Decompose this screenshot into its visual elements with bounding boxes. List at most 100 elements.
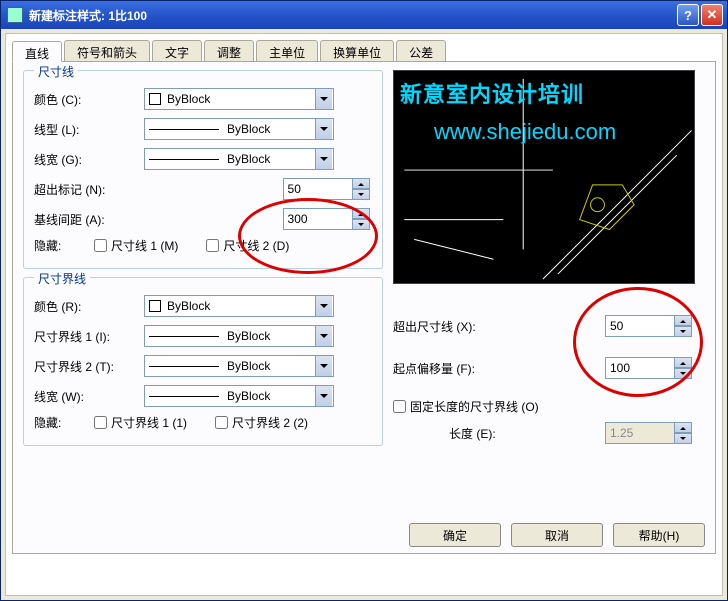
extline-right-column: 超出尺寸线 (X): 起点偏移量 (F): 固定长度的尺寸界线 (O) xyxy=(393,308,695,451)
client-area: 直线 符号和箭头 文字 调整 主单位 换算单位 公差 尺寸线 颜色 (C): B… xyxy=(5,33,723,596)
spin-up-icon xyxy=(675,422,692,433)
spin-up-icon[interactable] xyxy=(353,208,370,219)
extline-offset-spinner[interactable] xyxy=(605,357,695,379)
tab-alt[interactable]: 换算单位 xyxy=(320,40,394,61)
extline-hide1[interactable]: 尺寸界线 1 (1) xyxy=(94,414,187,431)
dimline-extend-label: 超出标记 (N): xyxy=(34,181,183,198)
extline-hide-label: 隐藏: xyxy=(34,414,94,431)
tabstrip: 直线 符号和箭头 文字 调整 主单位 换算单位 公差 xyxy=(12,40,716,62)
extline-group: 尺寸界线 颜色 (R): ByBlock 尺寸界线 1 (I): ByBlock xyxy=(23,277,383,446)
watermark-url: www.shejiedu.com xyxy=(434,119,616,145)
close-button[interactable]: ✕ xyxy=(701,4,723,26)
spin-down-icon[interactable] xyxy=(353,189,370,200)
extline-length-spinner xyxy=(605,422,695,444)
extline-lweight-label: 线宽 (W): xyxy=(34,388,144,405)
extline-beyond-spinner[interactable] xyxy=(605,315,695,337)
line-icon xyxy=(149,336,219,337)
dimline-color-label: 颜色 (C): xyxy=(34,91,144,108)
dimline-hide2-checkbox[interactable] xyxy=(206,239,219,252)
chevron-down-icon[interactable] xyxy=(315,149,332,169)
dialog-window: 新建标注样式: 1比100 ? ✕ 直线 符号和箭头 文字 调整 主单位 换算单… xyxy=(0,0,728,601)
dimline-baseline-spinner[interactable] xyxy=(283,208,372,230)
tab-fit[interactable]: 调整 xyxy=(204,40,254,61)
spin-down-icon xyxy=(675,433,692,444)
tab-arrows[interactable]: 符号和箭头 xyxy=(64,40,150,61)
extline-color-value: ByBlock xyxy=(167,299,315,313)
extline-lt2-label: 尺寸界线 2 (T): xyxy=(34,358,144,375)
extline-hide2-checkbox[interactable] xyxy=(215,416,228,429)
extline-hide1-checkbox[interactable] xyxy=(94,416,107,429)
titlebar[interactable]: 新建标注样式: 1比100 ? ✕ xyxy=(1,1,727,29)
preview-pane: 新意室内设计培训 www.shejiedu.com xyxy=(393,70,695,284)
dimline-baseline-label: 基线间距 (A): xyxy=(34,211,183,228)
chevron-down-icon[interactable] xyxy=(315,386,332,406)
chevron-down-icon[interactable] xyxy=(315,89,332,109)
extline-beyond-label: 超出尺寸线 (X): xyxy=(393,318,523,335)
dimline-ltype-combo[interactable]: ByBlock xyxy=(144,118,334,140)
chevron-down-icon[interactable] xyxy=(315,119,332,139)
spin-up-icon[interactable] xyxy=(675,315,692,326)
extline-lt1-combo[interactable]: ByBlock xyxy=(144,325,334,347)
spin-up-icon[interactable] xyxy=(353,178,370,189)
button-bar: 确定 取消 帮助(H) xyxy=(409,523,705,547)
extline-hide2[interactable]: 尺寸界线 2 (2) xyxy=(215,414,308,431)
extline-lt1-value: ByBlock xyxy=(227,329,315,343)
chevron-down-icon[interactable] xyxy=(315,296,332,316)
dimline-hide1[interactable]: 尺寸线 1 (M) xyxy=(94,237,178,254)
dimline-legend: 尺寸线 xyxy=(34,63,78,80)
dimline-extend-spinner[interactable] xyxy=(283,178,372,200)
help-button[interactable]: ? xyxy=(677,4,699,26)
extline-color-combo[interactable]: ByBlock xyxy=(144,295,334,317)
tab-lines[interactable]: 直线 xyxy=(12,41,62,62)
extline-legend: 尺寸界线 xyxy=(34,270,90,287)
byblock-swatch-icon xyxy=(149,300,161,312)
spin-down-icon[interactable] xyxy=(353,219,370,230)
extline-length-label: 长度 (E): xyxy=(393,425,523,442)
extline-offset-label: 起点偏移量 (F): xyxy=(393,360,523,377)
dimline-color-combo[interactable]: ByBlock xyxy=(144,88,334,110)
extline-lt1-label: 尺寸界线 1 (I): xyxy=(34,328,144,345)
extline-fixed[interactable]: 固定长度的尺寸界线 (O) xyxy=(393,398,539,415)
extline-offset-input[interactable] xyxy=(605,357,675,379)
extline-length-input xyxy=(605,422,675,444)
dimline-hide-label: 隐藏: xyxy=(34,237,94,254)
extline-lt2-combo[interactable]: ByBlock xyxy=(144,355,334,377)
spin-down-icon[interactable] xyxy=(675,326,692,337)
tab-primary[interactable]: 主单位 xyxy=(256,40,318,61)
dimline-baseline-input[interactable] xyxy=(283,208,353,230)
tab-body: 尺寸线 颜色 (C): ByBlock 线型 (L): ByBlock xyxy=(12,62,716,554)
watermark-title: 新意室内设计培训 xyxy=(400,77,584,109)
tab-text[interactable]: 文字 xyxy=(152,40,202,61)
line-icon xyxy=(149,159,219,160)
extline-lweight-value: ByBlock xyxy=(227,389,315,403)
window-title: 新建标注样式: 1比100 xyxy=(29,7,675,24)
dimline-color-value: ByBlock xyxy=(167,92,315,106)
extline-fixed-checkbox[interactable] xyxy=(393,400,406,413)
dimline-extend-input[interactable] xyxy=(283,178,353,200)
dimline-hide2[interactable]: 尺寸线 2 (D) xyxy=(206,237,289,254)
dimline-lweight-combo[interactable]: ByBlock xyxy=(144,148,334,170)
dimline-group: 尺寸线 颜色 (C): ByBlock 线型 (L): ByBlock xyxy=(23,70,383,269)
dimline-ltype-label: 线型 (L): xyxy=(34,121,144,138)
cancel-button[interactable]: 取消 xyxy=(511,523,603,547)
line-icon xyxy=(149,129,219,130)
spin-down-icon[interactable] xyxy=(675,368,692,379)
help-button[interactable]: 帮助(H) xyxy=(613,523,705,547)
line-icon xyxy=(149,396,219,397)
chevron-down-icon[interactable] xyxy=(315,356,332,376)
ok-button[interactable]: 确定 xyxy=(409,523,501,547)
dimline-ltype-value: ByBlock xyxy=(227,122,315,136)
dimline-lweight-label: 线宽 (G): xyxy=(34,151,144,168)
byblock-swatch-icon xyxy=(149,93,161,105)
line-icon xyxy=(149,366,219,367)
chevron-down-icon[interactable] xyxy=(315,326,332,346)
tab-tol[interactable]: 公差 xyxy=(396,40,446,61)
extline-lt2-value: ByBlock xyxy=(227,359,315,373)
extline-beyond-input[interactable] xyxy=(605,315,675,337)
dimline-hide1-checkbox[interactable] xyxy=(94,239,107,252)
dimline-lweight-value: ByBlock xyxy=(227,152,315,166)
app-icon xyxy=(7,7,23,23)
spin-up-icon[interactable] xyxy=(675,357,692,368)
extline-color-label: 颜色 (R): xyxy=(34,298,144,315)
extline-lweight-combo[interactable]: ByBlock xyxy=(144,385,334,407)
